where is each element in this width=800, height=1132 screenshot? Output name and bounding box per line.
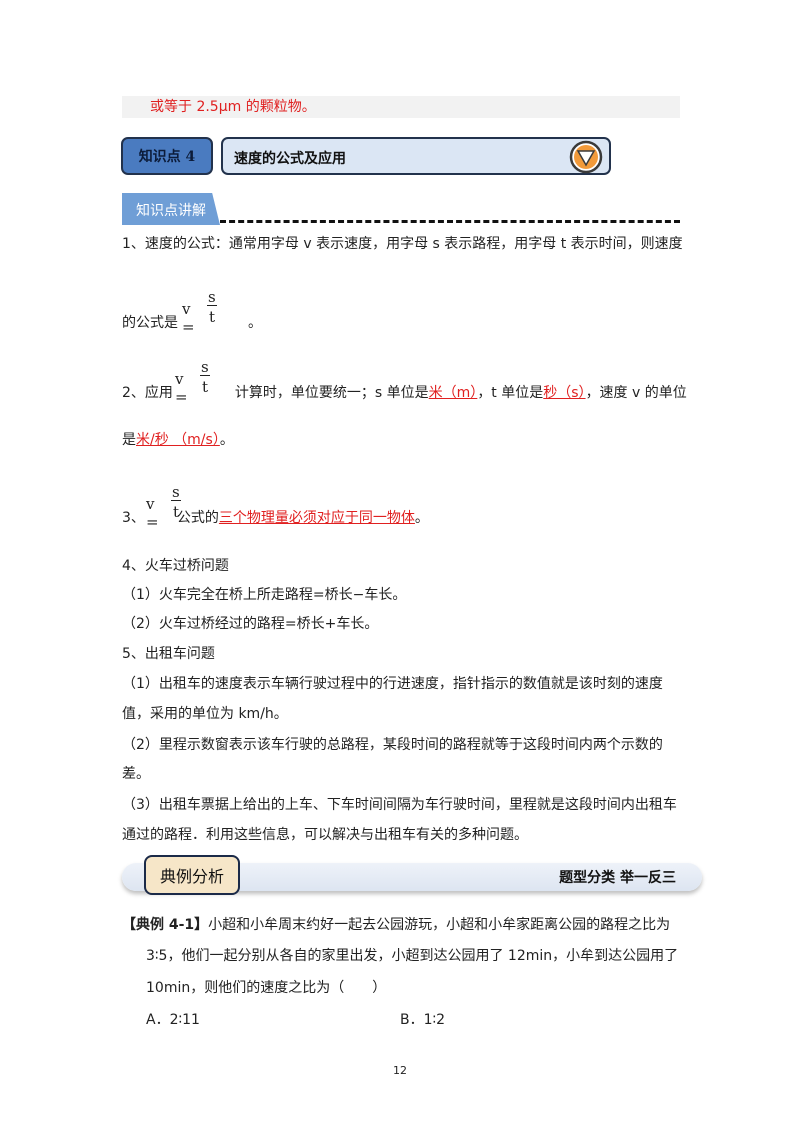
page-number: 12: [393, 1064, 407, 1077]
formula-numerator: s: [208, 288, 216, 306]
item-1-line-2: 的公式是。: [122, 315, 262, 331]
item-5-1-line-1: （1）出租车的速度表示车辆行驶过程中的行进速度，指针指示的数值就是该时刻的速度: [122, 676, 663, 692]
item-4-heading: 4、火车过桥问题: [122, 558, 229, 574]
previous-text: 或等于 2.5μm 的颗粒物。: [150, 99, 316, 115]
item-5-1-line-2: 值，采用的单位为 km/h。: [122, 706, 288, 722]
knowledge-point-badge: 知识点 4: [121, 137, 213, 175]
knowledge-point-title-box: 速度的公式及应用: [221, 137, 611, 175]
unit-meter-per-second: 米/秒 （m/s）: [136, 432, 220, 448]
item-3-line: 3、 公式的三个物理量必须对应于同一物体。: [122, 510, 429, 526]
unit-second: 秒（s）: [543, 385, 586, 401]
section-tab: 知识点讲解: [122, 193, 220, 225]
example-question-line-1: 【典例 4-1】小超和小牟周末约好一起去公园游玩，小超和小牟家距离公园的路程之比…: [122, 917, 671, 933]
same-object-note: 三个物理量必须对应于同一物体: [218, 510, 415, 526]
item-1-line-1: 1、速度的公式：通常用字母 v 表示速度，用字母 s 表示路程，用字母 t 表示…: [122, 236, 683, 252]
previous-text-strip: 或等于 2.5μm 的颗粒物。: [122, 96, 680, 118]
example-tag: 【典例 4-1】: [122, 917, 209, 933]
option-a: A．2∶11: [146, 1012, 200, 1028]
item-5-2-line-1: （2）里程示数窗表示该车行驶的总路程，某段时间的路程就等于这段时间内两个示数的: [122, 737, 663, 753]
item-5-2-line-2: 差。: [122, 766, 150, 782]
section-tab-label: 知识点讲解: [136, 203, 206, 219]
item-5-heading: 5、出租车问题: [122, 646, 215, 662]
item-5-3-line-2: 通过的路程．利用这些信息，可以解决与出租车有关的多种问题。: [122, 827, 528, 843]
example-banner-right: 题型分类 举一反三: [559, 870, 676, 886]
item-2-line-2: 是米/秒 （m/s）。: [122, 432, 234, 448]
unit-meter: 米（m）: [428, 385, 478, 401]
example-question-line-3: 10min，则他们的速度之比为（ ）: [146, 980, 387, 996]
item-4-2: （2）火车过桥经过的路程=桥长+车长。: [122, 616, 379, 632]
example-banner-label: 典例分析: [144, 855, 240, 895]
option-b: B．1∶2: [400, 1012, 446, 1028]
item-4-1: （1）火车完全在桥上所走路程=桥长−车长。: [122, 587, 407, 603]
dashed-divider: [220, 220, 680, 223]
knowledge-point-title: 速度的公式及应用: [234, 151, 346, 167]
example-banner: 典例分析 题型分类 举一反三: [122, 855, 702, 899]
item-5-3-line-1: （3）出租车票据上给出的上车、下车时间间隔为车行驶时间，里程就是这段时间内出租车: [122, 797, 677, 813]
down-triangle-icon: [569, 140, 603, 174]
item-2-line-1: 2、应用 计算时，单位要统一；s 单位是米（m），t 单位是秒（s），速度 v 的…: [122, 385, 687, 401]
example-question-line-2: 3∶5，他们一起分别从各自的家里出发，小超到达公园用了 12min，小牟到达公园…: [146, 948, 679, 964]
